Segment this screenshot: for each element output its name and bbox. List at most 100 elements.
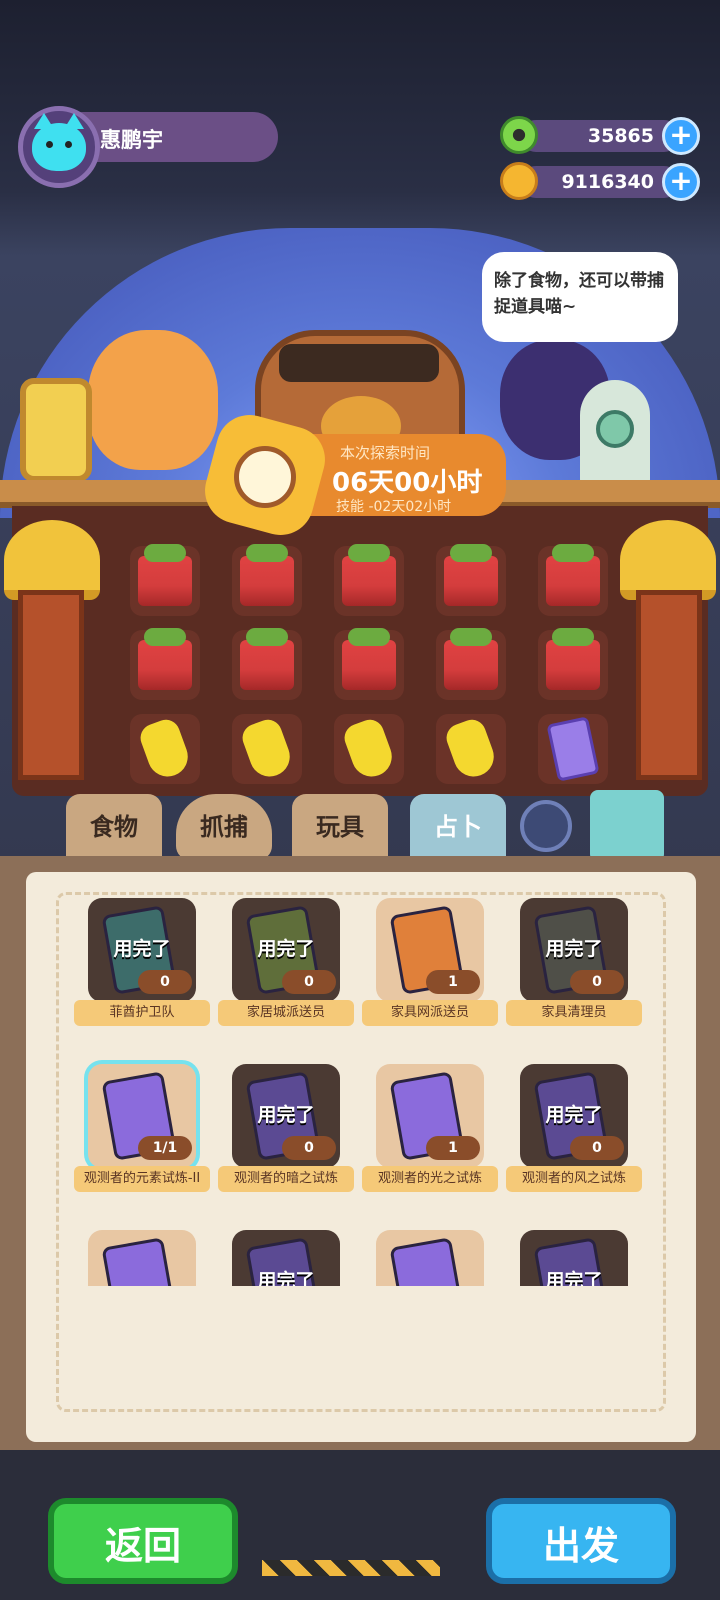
used-up-label: 用完了 <box>257 938 315 960</box>
card-count: 0 <box>570 1136 624 1160</box>
backpack-slot[interactable] <box>232 628 302 700</box>
yellow-bottle-icon <box>442 715 500 783</box>
card-name: 菲酋护卫队 <box>74 1000 210 1026</box>
backpack-window <box>279 344 439 382</box>
divination-card[interactable]: 用完了 0 观测者的暗之试炼 <box>218 1064 354 1204</box>
food-box-icon <box>240 544 294 606</box>
eye-icon <box>65 141 72 148</box>
tab-food[interactable]: 食物 <box>66 794 162 860</box>
rocket-icon <box>580 380 650 490</box>
go-button[interactable]: 出发 <box>486 1498 676 1584</box>
backpack-slot[interactable] <box>130 544 200 616</box>
divination-card[interactable]: 1 家具网派送员 <box>362 898 498 1038</box>
divination-card[interactable]: 1 观测者的光之试炼 <box>362 1064 498 1204</box>
tab-toys[interactable]: 玩具 <box>292 794 388 860</box>
divination-card[interactable]: 用完了 <box>510 1230 638 1286</box>
tab-capture[interactable]: 抓捕 <box>176 794 272 860</box>
food-box-icon <box>342 544 396 606</box>
card-name: 家具网派送员 <box>362 1000 498 1026</box>
card-count: 1 <box>426 1136 480 1160</box>
currency-donut: 35865 + <box>500 116 700 155</box>
fish-banner <box>18 590 84 780</box>
backpack-slot[interactable] <box>334 628 404 700</box>
card-count: 0 <box>138 970 192 994</box>
player-profile[interactable]: 惠鹏宇 <box>18 106 278 190</box>
card-name: 观测者的光之试炼 <box>362 1166 498 1192</box>
backpack-slot[interactable] <box>334 544 404 616</box>
backpack-slot[interactable] <box>436 714 506 784</box>
bottle-tab[interactable] <box>590 790 664 862</box>
backpack-slot[interactable] <box>538 714 608 784</box>
filter-button[interactable] <box>520 800 572 852</box>
eye-icon <box>46 141 53 148</box>
backpack-slot[interactable] <box>334 714 404 784</box>
backpack-slot[interactable] <box>130 628 200 700</box>
add-donut-button[interactable]: + <box>662 117 700 155</box>
food-box-icon <box>240 628 294 690</box>
card-count: 0 <box>570 970 624 994</box>
yellow-bottle-icon <box>238 715 296 783</box>
used-up-label: 用完了 <box>257 1104 315 1126</box>
backpack-slot[interactable] <box>130 714 200 784</box>
food-box-icon <box>546 628 600 690</box>
fish-banner <box>636 590 702 780</box>
backpack-slot[interactable] <box>538 544 608 616</box>
food-box-icon <box>546 544 600 606</box>
used-up-label: 用完了 <box>545 938 603 960</box>
food-box-icon <box>444 628 498 690</box>
card-name: 观测者的暗之试炼 <box>218 1166 354 1192</box>
food-box-icon <box>444 544 498 606</box>
currency-gold: 9116340 + <box>500 162 700 201</box>
explore-timer: 本次探索时间 06天00小时 技能 -02天02小时 <box>197 407 510 543</box>
clock-icon <box>234 446 296 508</box>
green-donut-coin-icon <box>500 116 538 154</box>
cat-face-icon <box>32 113 86 171</box>
bell-icon <box>4 520 100 600</box>
backpack-slot[interactable] <box>232 714 302 784</box>
explore-time-label: 本次探索时间 <box>340 444 431 462</box>
yellow-bottle-icon <box>136 715 194 783</box>
card-name: 家具清理员 <box>506 1000 642 1026</box>
card-name: 观测者的风之试炼 <box>506 1166 642 1192</box>
used-up-label: 用完了 <box>545 1104 603 1126</box>
divination-card[interactable] <box>78 1230 206 1286</box>
add-gold-button[interactable]: + <box>662 163 700 201</box>
divination-card[interactable] <box>366 1230 494 1286</box>
card-count: 1/1 <box>138 1136 192 1160</box>
speech-bubble: 除了食物，还可以带捕捉道具喵~ <box>482 252 678 342</box>
currency-gold-value: 9116340 <box>561 171 654 193</box>
skill-time-value: 技能 -02天02小时 <box>336 499 452 515</box>
divination-card[interactable]: 用完了 0 家居城派送员 <box>218 898 354 1038</box>
backpack-slot[interactable] <box>538 628 608 700</box>
used-up-label: 用完了 <box>113 938 171 960</box>
rocket-window <box>596 410 634 448</box>
food-box-icon <box>138 544 192 606</box>
card-count: 1 <box>426 970 480 994</box>
blurred-text <box>145 1312 645 1334</box>
back-button[interactable]: 返回 <box>48 1498 238 1584</box>
divination-card[interactable]: 用完了 0 菲酋护卫队 <box>74 898 210 1038</box>
divination-card[interactable]: 1/1 观测者的元素试炼-II <box>74 1064 210 1204</box>
card-name: 观测者的元素试炼-II <box>74 1166 210 1192</box>
gold-planet-coin-icon <box>500 162 538 200</box>
used-up-label: 用完了 <box>545 1270 603 1286</box>
sword-badge-icon[interactable] <box>20 378 92 482</box>
yellow-bottle-icon <box>340 715 398 783</box>
hazard-stripe <box>262 1560 440 1576</box>
explore-time-value: 06天00小时 <box>332 468 483 498</box>
used-up-label: 用完了 <box>257 1270 315 1286</box>
backpack-slot[interactable] <box>232 544 302 616</box>
avatar[interactable] <box>18 106 100 188</box>
player-name: 惠鹏宇 <box>100 128 163 152</box>
currency-donut-value: 35865 <box>587 125 654 147</box>
divination-card[interactable]: 用完了 0 家具清理员 <box>506 898 642 1038</box>
game-screen: 惠鹏宇 35865 + 9116340 + 除了食物，还可以带捕捉道具喵~ 本次… <box>0 0 720 1600</box>
divination-card[interactable]: 用完了 <box>222 1230 350 1286</box>
backpack-slot[interactable] <box>436 628 506 700</box>
orange-cat-illustration <box>88 330 218 470</box>
divination-card[interactable]: 用完了 0 观测者的风之试炼 <box>506 1064 642 1204</box>
card-count: 0 <box>282 970 336 994</box>
card-count: 0 <box>282 1136 336 1160</box>
tab-divination[interactable]: 占卜 <box>410 794 506 860</box>
backpack-slot[interactable] <box>436 544 506 616</box>
